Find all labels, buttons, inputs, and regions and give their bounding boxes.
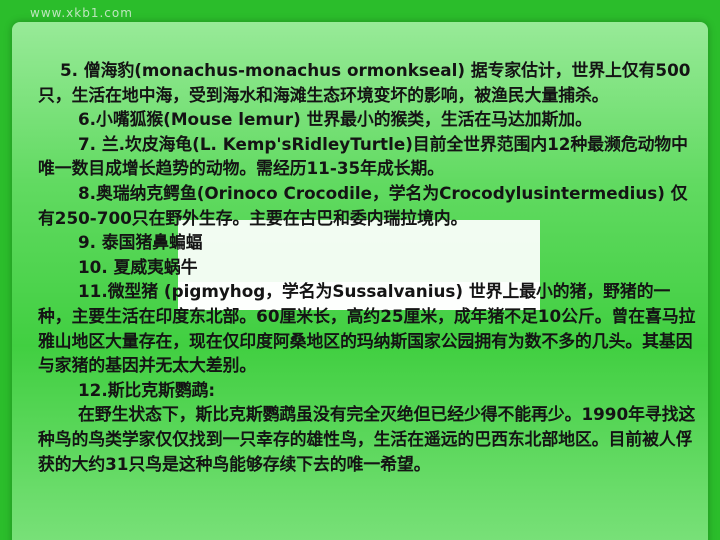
paragraph-kemps-ridley-turtle: 7. 兰.坎皮海龟(L. Kemp'sRidleyTurtle)目前全世界范围内… (38, 133, 688, 179)
paragraph-spix-macaw-body: 在野生状态下，斯比克斯鹦鹉虽没有完全灭绝但已经少得不能再少。1990年寻找这种鸟… (38, 404, 696, 474)
paragraph-mouse-lemur: 6.小嘴狐猴(Mouse lemur) 世界最小的猴类，生活在马达加斯加。 (78, 109, 592, 130)
paragraph-hog-nosed-bat: 9. 泰国猪鼻蝙蝠 (78, 232, 203, 253)
watermark: www.xkb1.com (30, 6, 133, 20)
paragraph-pygmy-hog: 11.微型猪 (pigmyhog，学名为Sussalvanius) 世界上最小的… (38, 281, 696, 376)
paragraph-orinoco-crocodile: 8.奥瑞纳克鳄鱼(Orinoco Crocodile，学名为Crocodylus… (38, 182, 688, 228)
paragraph-hawaiian-snail: 10. 夏威夷蜗牛 (78, 256, 198, 277)
paragraph-monk-seal: 5. 僧海豹(monachus-monachus ormonkseal) 据专家… (38, 60, 691, 105)
paragraph-spix-macaw-heading: 12.斯比克斯鹦鹉: (78, 379, 216, 400)
slide-text-body: 5. 僧海豹(monachus-monachus ormonkseal) 据专家… (38, 58, 702, 476)
slide-background: www.xkb1.com 5. 僧海豹(monachus-monachus or… (0, 0, 720, 540)
